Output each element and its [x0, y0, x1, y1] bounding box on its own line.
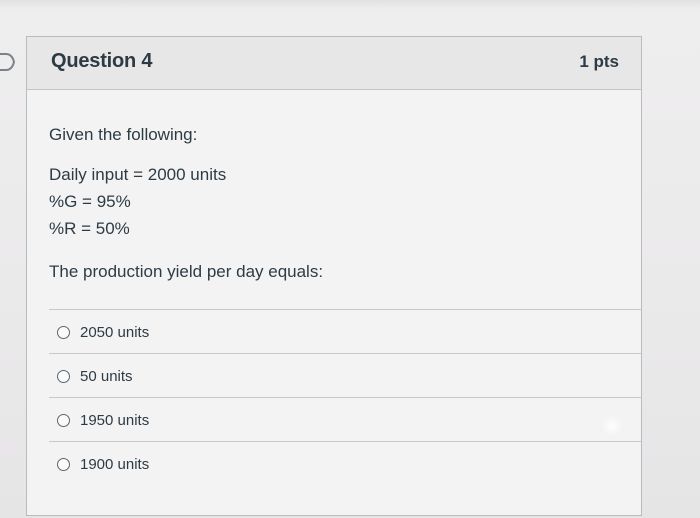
- page-top-edge: [0, 0, 700, 10]
- answer-label: 2050 units: [80, 323, 150, 341]
- answer-label: 1900 units: [80, 455, 150, 473]
- question-flag-icon[interactable]: [0, 48, 20, 76]
- radio-unselected-icon[interactable]: [57, 325, 70, 339]
- given-daily-input: Daily input = 2000 units: [49, 165, 227, 184]
- radio-unselected-icon[interactable]: [57, 457, 70, 471]
- radio-unselected-icon[interactable]: [57, 413, 70, 427]
- question-card: Question 4 1 pts Given the following: Da…: [26, 36, 642, 516]
- question-points: 1 pts: [579, 52, 619, 71]
- answer-divider: [49, 441, 641, 442]
- answer-divider: [49, 309, 641, 310]
- given-percent-r: %R = 50%: [49, 219, 130, 238]
- answer-option-2[interactable]: 50 units: [57, 364, 133, 388]
- radio-unselected-icon[interactable]: [57, 369, 70, 383]
- answer-divider: [49, 397, 641, 398]
- answer-option-4[interactable]: 1900 units: [57, 452, 149, 476]
- answer-option-3[interactable]: 1950 units: [57, 408, 149, 432]
- answer-label: 1950 units: [80, 411, 150, 429]
- given-percent-g: %G = 95%: [49, 192, 131, 211]
- question-title: Question 4: [51, 50, 153, 72]
- screen-glare: [601, 415, 623, 437]
- question-header: Question 4 1 pts: [27, 37, 641, 90]
- answer-divider: [49, 353, 641, 354]
- answer-option-1[interactable]: 2050 units: [57, 320, 149, 344]
- question-body: Given the following: Daily input = 2000 …: [27, 90, 641, 515]
- answer-label: 50 units: [80, 367, 133, 385]
- prompt-question: The production yield per day equals:: [49, 262, 324, 281]
- prompt-intro: Given the following:: [49, 125, 198, 144]
